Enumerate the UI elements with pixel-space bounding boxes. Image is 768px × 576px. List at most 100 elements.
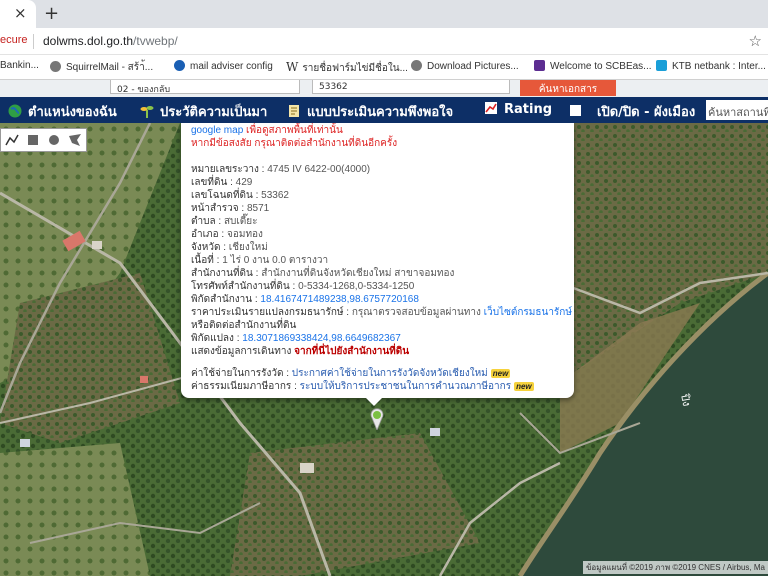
url-path: /tvwebp/ bbox=[133, 34, 178, 48]
draw-toolbox bbox=[0, 128, 87, 152]
bookmark-label: Download Pictures... bbox=[427, 61, 519, 72]
nav-item-city-plan-toggle[interactable]: เปิด/ปิด - ผังเมือง bbox=[569, 101, 695, 122]
location-marker-icon[interactable] bbox=[369, 408, 385, 430]
ktb-icon bbox=[656, 60, 667, 71]
field-label: ค่าใช้จ่ายในการรังวัด : bbox=[191, 368, 289, 379]
field-label: เลขโฉนดที่ดิน : bbox=[191, 190, 259, 201]
satellite-map[interactable]: ปิง ข้อมูลแผนที่ ©2019 ภาพ ©2019 CNES / … bbox=[0, 123, 768, 576]
search-form-strip: 02 - ของกลับ 53362 ค้นหาเอกสาร bbox=[0, 80, 768, 97]
field-label: หมายเลขระวาง : bbox=[191, 164, 265, 175]
field-label: พิกัดสำนักงาน : bbox=[191, 294, 258, 305]
url-host: dolwms.dol.go.th bbox=[43, 34, 134, 48]
treasury-website-link[interactable]: เว็บไซต์กรมธนารักษ์ bbox=[484, 307, 572, 318]
circle-tool-icon[interactable] bbox=[46, 132, 62, 148]
nav-label: เปิด/ปิด - ผังเมือง bbox=[597, 105, 696, 120]
field-value: จอมทอง bbox=[226, 229, 263, 240]
field-label: พิกัดแปลง : bbox=[191, 333, 240, 344]
parcel-coordinates-link[interactable]: 18.3071869338424,98.6649682367 bbox=[242, 333, 401, 344]
sprout-icon bbox=[140, 106, 154, 118]
field-label: ราคาประเมินรายแปลงกรมธนารักษ์ : bbox=[191, 307, 350, 318]
bookmark-item[interactable]: W รายชื่อฟาร์มไข่มีชื่อใน... bbox=[286, 60, 408, 76]
globe-icon bbox=[411, 60, 422, 71]
nav-item-satisfaction-survey[interactable]: แบบประเมินความพึงพอใจ bbox=[287, 101, 453, 122]
field-label: สำนักงานที่ดิน : bbox=[191, 268, 259, 279]
map-attribution: ข้อมูลแผนที่ ©2019 ภาพ ©2019 CNES / Airb… bbox=[582, 561, 768, 574]
search-deed-button[interactable]: ค้นหาเอกสาร bbox=[520, 80, 616, 96]
security-indicator[interactable]: ecure bbox=[0, 34, 28, 46]
bookmark-label: mail adviser config bbox=[190, 61, 273, 72]
divider bbox=[33, 34, 34, 49]
field-value: เชียงใหม่ bbox=[228, 242, 268, 253]
field-label: เนื้อที่ : bbox=[191, 255, 220, 266]
bookmark-label: รายชื่อฟาร์มไข่มีชื่อใน... bbox=[302, 63, 408, 74]
field-label: เลขที่ดิน : bbox=[191, 177, 233, 188]
active-tab[interactable]: × bbox=[0, 0, 36, 28]
main-nav: ตำแหน่งของฉัน ประวัติความเป็นมา แบบประเม… bbox=[0, 97, 768, 123]
field-value: กรุณาตรวจสอบข้อมูลผ่านทาง bbox=[351, 307, 481, 318]
bookmark-item[interactable]: Download Pictures... bbox=[411, 60, 519, 72]
bookmark-star-icon[interactable]: ☆ bbox=[749, 32, 762, 50]
field-value: 0-5334-1268,0-5334-1250 bbox=[298, 281, 415, 292]
address-bar[interactable]: ecure dolwms.dol.go.th/tvwebp/ ☆ bbox=[0, 28, 768, 55]
globe-icon bbox=[50, 61, 61, 72]
polyline-tool-icon[interactable] bbox=[4, 132, 20, 148]
nav-item-my-location[interactable]: ตำแหน่งของฉัน bbox=[8, 101, 117, 122]
field-value: 429 bbox=[235, 177, 253, 188]
field-label: แสดงข้อมูลการเดินทาง bbox=[191, 346, 292, 357]
nav-label: แบบประเมินความพึงพอใจ bbox=[307, 105, 454, 120]
field-label: ค่าธรรมเนียมภาษีอากร : bbox=[191, 381, 297, 392]
field-value: 53362 bbox=[261, 190, 289, 201]
field-value: 8571 bbox=[246, 203, 270, 214]
scb-icon bbox=[534, 60, 545, 71]
tab-strip: × + bbox=[0, 0, 768, 28]
bookmark-item[interactable]: KTB netbank : Inter... bbox=[656, 60, 766, 72]
bookmark-label: SquirrelMail - สร้า้... bbox=[66, 62, 154, 73]
close-tab-icon[interactable]: × bbox=[14, 4, 27, 22]
district-select[interactable]: 02 - ของกลับ bbox=[110, 80, 300, 94]
warning-text: หากมีข้อสงสัย กรุณาติดต่อสำนักงานที่ดินอ… bbox=[191, 138, 398, 149]
nav-item-rating[interactable]: Rating bbox=[484, 101, 552, 117]
survey-fee-link[interactable]: ประกาศค่าใช้จ่ายในการรังวัดจังหวัดเชียงใ… bbox=[292, 368, 488, 379]
field-label: โทรศัพท์สำนักงานที่ดิน : bbox=[191, 281, 296, 292]
bookmarks-bar: Bankin... SquirrelMail - สร้า้... mail a… bbox=[0, 55, 768, 80]
rectangle-tool-icon[interactable] bbox=[25, 132, 41, 148]
nav-label: ตำแหน่งของฉัน bbox=[28, 105, 117, 120]
field-label: หน้าสำรวจ : bbox=[191, 203, 245, 214]
document-icon bbox=[289, 105, 299, 117]
bookmark-item[interactable]: Bankin... bbox=[0, 60, 39, 71]
office-coordinates-link[interactable]: 18.4167471489238,98.6757720168 bbox=[260, 294, 419, 305]
route-info: แสดงข้อมูลการเดินทาง จากที่นี่ไปยังสำนัก… bbox=[191, 344, 409, 359]
field-value: 4745 IV 6422-00(4000) bbox=[267, 164, 371, 175]
tax-calculator-link[interactable]: ระบบให้บริการประชาชนในการคำนวณภาษีอากร bbox=[300, 381, 511, 392]
field-label: ตำบล : bbox=[191, 216, 222, 227]
bookmark-item[interactable]: SquirrelMail - สร้า้... bbox=[50, 60, 153, 75]
nav-label: Rating bbox=[504, 102, 553, 117]
globe-icon bbox=[174, 60, 185, 71]
bookmark-item[interactable]: mail adviser config bbox=[174, 60, 273, 72]
field-value: สำนักงานที่ดินจังหวัดเชียงใหม่ สาขาจอมทอ… bbox=[261, 268, 455, 279]
field-label: จังหวัด : bbox=[191, 242, 226, 253]
field-label: อำเภอ : bbox=[191, 229, 225, 240]
route-to-office-link[interactable]: จากที่นี่ไปยังสำนักงานที่ดิน bbox=[294, 346, 409, 357]
wikipedia-icon: W bbox=[286, 60, 299, 74]
new-tab-button[interactable]: + bbox=[44, 3, 59, 24]
globe-icon bbox=[8, 104, 22, 118]
chart-icon bbox=[485, 102, 497, 114]
bookmark-item[interactable]: Welcome to SCBEas... bbox=[534, 60, 652, 72]
nav-item-history[interactable]: ประวัติความเป็นมา bbox=[140, 101, 267, 122]
google-map-link[interactable]: google map bbox=[191, 125, 243, 136]
checkbox-icon[interactable] bbox=[569, 104, 583, 118]
new-badge: new bbox=[514, 382, 534, 391]
new-badge: new bbox=[490, 369, 511, 378]
bookmark-label: Bankin... bbox=[0, 60, 39, 71]
polygon-tool-icon[interactable] bbox=[67, 132, 83, 148]
url-text[interactable]: dolwms.dol.go.th/tvwebp/ bbox=[43, 34, 178, 48]
bookmark-label: KTB netbank : Inter... bbox=[672, 61, 766, 72]
tax-fee: ค่าธรรมเนียมภาษีอากร : ระบบให้บริการประช… bbox=[191, 379, 534, 394]
place-search-input[interactable]: ค้นหาสถานที่ส bbox=[706, 100, 768, 120]
parcel-info-popup: google map เพื่อดูสภาพพื้นที่เท่านั้น หา… bbox=[181, 123, 574, 406]
popup-pointer bbox=[366, 398, 382, 406]
nav-label: ประวัติความเป็นมา bbox=[160, 105, 268, 120]
field-value: สบเตี๊ยะ bbox=[223, 216, 258, 227]
deed-number-input[interactable]: 53362 bbox=[312, 80, 510, 94]
